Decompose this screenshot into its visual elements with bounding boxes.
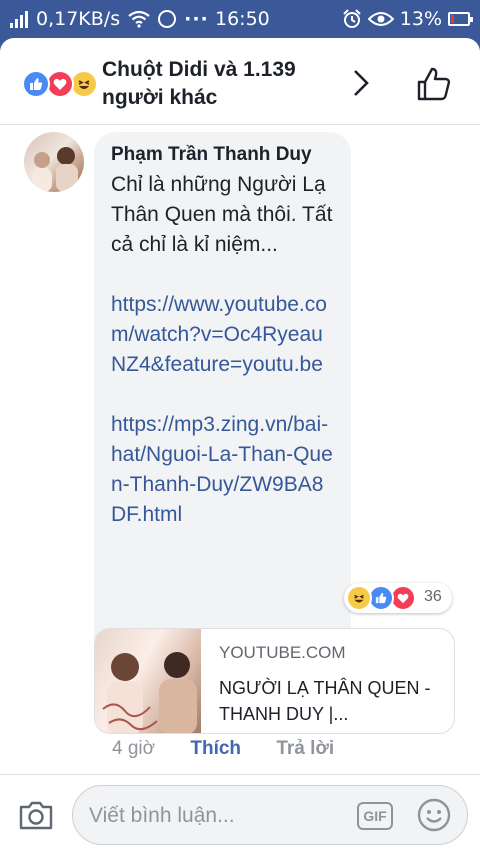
like-comment-button[interactable]: Thích (190, 738, 241, 760)
clock: 16:50 (215, 8, 270, 30)
emoji-icon[interactable] (417, 798, 451, 832)
battery-percent: 13% (399, 8, 442, 30)
wifi-icon (128, 10, 150, 28)
comment-composer: Viết bình luận... GIF (0, 775, 480, 854)
alarm-clock-icon (343, 9, 361, 28)
signal-icon (10, 10, 28, 28)
like-post-button[interactable] (416, 66, 452, 102)
comment-time: 4 giờ (112, 738, 156, 759)
haha-icon (70, 70, 98, 98)
status-bar: 0,17KB/s ··· 16:50 13% (0, 0, 480, 38)
alarm-status-icon (158, 10, 177, 28)
reaction-count: 36 (424, 588, 442, 605)
preview-source: YOUTUBE.COM (219, 643, 346, 662)
comment-input[interactable]: Viết bình luận... GIF (72, 785, 468, 845)
preview-title[interactable]: NGƯỜI LẠ THÂN QUEN - THANH DUY |... (219, 675, 444, 727)
network-speed: 0,17KB/s (36, 8, 121, 30)
comment-text: Chỉ là những Người Lạ Thân Quen mà thôi.… (111, 173, 333, 256)
reply-button[interactable]: Trả lời (276, 738, 334, 760)
eye-icon (367, 12, 394, 26)
gif-button[interactable]: GIF (357, 802, 393, 830)
more-notifications-icon: ··· (184, 8, 209, 30)
youtube-link[interactable]: https://www.youtube.com/watch?v=Oc4Ryeau… (111, 290, 335, 380)
reactions-header[interactable]: Chuột Didi và 1.139 người khác (0, 38, 480, 125)
love-icon (46, 70, 74, 98)
battery-icon (448, 12, 473, 26)
camera-icon[interactable] (18, 799, 54, 831)
haha-icon (346, 585, 372, 611)
header-reaction-icons (22, 70, 98, 98)
link-preview-card[interactable]: YOUTUBE.COM NGƯỜI LẠ THÂN QUEN - THANH D… (94, 628, 455, 734)
comment-bubble[interactable]: Phạm Trần Thanh Duy Chỉ là những Người L… (94, 132, 351, 660)
avatar[interactable] (24, 132, 84, 192)
chevron-right-icon[interactable] (350, 68, 372, 98)
reactions-summary: Chuột Didi và 1.139 người khác (102, 58, 296, 109)
comment-sheet: Chuột Didi và 1.139 người khác Phạm Trần… (0, 38, 480, 854)
comment-author[interactable]: Phạm Trần Thanh Duy (111, 142, 335, 168)
like-icon (22, 70, 50, 98)
comment-input-placeholder: Viết bình luận... (89, 804, 235, 827)
video-thumbnail (95, 629, 201, 733)
zing-link[interactable]: https://mp3.zing.vn/bai-hat/Nguoi-La-Tha… (111, 410, 335, 530)
comment-actions: 4 giờ Thích Trả lời (112, 738, 334, 760)
comment-reactions-badge[interactable]: 36 (344, 583, 452, 613)
